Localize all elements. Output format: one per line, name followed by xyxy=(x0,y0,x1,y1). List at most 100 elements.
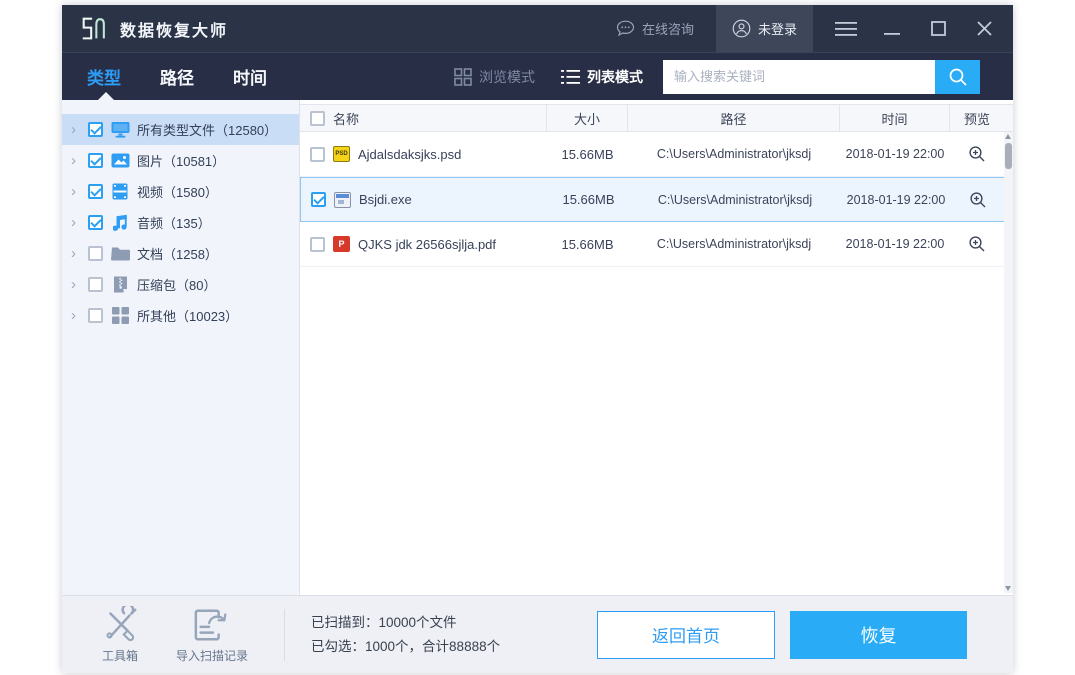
back-home-button[interactable]: 返回首页 xyxy=(597,611,775,659)
grid-view-icon xyxy=(454,68,472,86)
list-mode-label: 列表模式 xyxy=(587,67,643,87)
import-record-icon xyxy=(189,606,235,644)
login-button[interactable]: 未登录 xyxy=(716,5,813,52)
chevron-right-icon[interactable]: › xyxy=(71,184,85,199)
maximize-button[interactable] xyxy=(926,17,950,41)
header-preview: 预览 xyxy=(950,105,1004,131)
main-area: › 所有类型文件（12580） › 图片（10581） › xyxy=(62,100,1013,595)
chevron-right-icon[interactable]: › xyxy=(71,277,85,292)
app-window: 数据恢复大师 在线咨询 未登录 xyxy=(62,5,1013,673)
chevron-right-icon[interactable]: › xyxy=(71,122,85,137)
list-mode-button[interactable]: 列表模式 xyxy=(561,67,643,87)
header-name-label: 名称 xyxy=(333,109,359,128)
scanned-count-text: 已扫描到：10000个文件 xyxy=(311,611,500,635)
file-path: C:\Users\Administrator\jksdj xyxy=(628,147,840,161)
toolbox-button[interactable]: 工具箱 xyxy=(98,606,142,664)
checkbox[interactable] xyxy=(88,122,103,137)
browse-mode-label: 浏览模式 xyxy=(479,67,535,87)
import-scan-label: 导入扫描记录 xyxy=(176,647,248,664)
checkbox[interactable] xyxy=(88,277,103,292)
scroll-down-arrow-icon[interactable] xyxy=(1005,586,1011,591)
footer-divider xyxy=(284,609,285,661)
maximize-icon xyxy=(931,21,946,36)
vertical-scrollbar[interactable] xyxy=(1004,132,1013,593)
app-title: 数据恢复大师 xyxy=(120,17,228,41)
exe-file-icon xyxy=(334,192,351,208)
selected-count-text: 已勾选：1000个，合计88888个 xyxy=(311,635,500,659)
grid-icon xyxy=(110,307,130,325)
import-scan-button[interactable]: 导入扫描记录 xyxy=(176,606,248,664)
file-size: 15.66MB xyxy=(547,147,628,162)
zoom-in-icon[interactable] xyxy=(969,191,987,209)
row-checkbox[interactable] xyxy=(310,147,325,162)
login-status-label: 未登录 xyxy=(758,19,797,38)
online-service-button[interactable]: 在线咨询 xyxy=(616,19,694,38)
search-input[interactable] xyxy=(663,60,935,94)
file-path: C:\Users\Administrator\jksdj xyxy=(628,237,840,251)
chevron-right-icon[interactable]: › xyxy=(71,153,85,168)
zoom-in-icon[interactable] xyxy=(968,235,986,253)
sidebar-item-label: 图片（10581） xyxy=(137,151,225,170)
checkbox[interactable] xyxy=(88,153,103,168)
close-icon xyxy=(977,21,992,36)
music-icon xyxy=(110,214,130,232)
sidebar-item-videos[interactable]: › 视频（1580） xyxy=(62,176,299,207)
file-time: 2018-01-19 22:00 xyxy=(840,147,950,161)
search-box xyxy=(663,60,980,94)
file-name: QJKS jdk 26566sjlja.pdf xyxy=(358,237,496,252)
file-size: 15.66MB xyxy=(547,237,628,252)
recover-button[interactable]: 恢复 xyxy=(790,611,967,659)
tab-type[interactable]: 类型 xyxy=(87,64,121,89)
scrollbar-thumb[interactable] xyxy=(1005,143,1012,169)
minimize-button[interactable] xyxy=(880,17,904,41)
table-row[interactable]: Bsjdi.exe 15.66MB C:\Users\Administrator… xyxy=(300,177,1013,222)
search-button[interactable] xyxy=(935,60,980,94)
table-row[interactable]: P QJKS jdk 26566sjlja.pdf 15.66MB C:\Use… xyxy=(300,222,1013,267)
active-tab-caret xyxy=(98,92,114,100)
checkbox[interactable] xyxy=(88,184,103,199)
sidebar-item-documents[interactable]: › 文档（1258） xyxy=(62,238,299,269)
title-bar: 数据恢复大师 在线咨询 未登录 xyxy=(62,5,1013,52)
header-time: 时间 xyxy=(840,105,950,131)
row-checkbox[interactable] xyxy=(311,192,326,207)
image-icon xyxy=(110,152,130,170)
sidebar-item-label: 音频（135） xyxy=(137,213,211,232)
checkbox[interactable] xyxy=(88,246,103,261)
header-size: 大小 xyxy=(547,105,628,131)
close-button[interactable] xyxy=(972,17,996,41)
browse-mode-button[interactable]: 浏览模式 xyxy=(454,67,535,87)
sidebar-item-others[interactable]: › 所其他（10023） xyxy=(62,300,299,331)
pdf-file-icon: P xyxy=(333,236,350,252)
nav-bar: 类型 路径 时间 浏览模式 列表模式 xyxy=(62,52,1013,100)
zoom-in-icon[interactable] xyxy=(968,145,986,163)
hamburger-icon xyxy=(835,22,857,36)
psd-file-icon: PSD xyxy=(333,146,350,162)
checkbox[interactable] xyxy=(88,215,103,230)
sidebar-item-label: 所其他（10023） xyxy=(137,306,238,325)
menu-button[interactable] xyxy=(834,17,858,41)
list-view-icon xyxy=(561,69,580,85)
table-header: 名称 大小 路径 时间 预览 xyxy=(300,104,1013,132)
file-path: C:\Users\Administrator\jksdj xyxy=(629,193,841,207)
table-row[interactable]: PSD Ajdalsdaksjks.psd 15.66MB C:\Users\A… xyxy=(300,132,1013,177)
sidebar-item-label: 文档（1258） xyxy=(137,244,218,263)
toolbox-label: 工具箱 xyxy=(102,647,138,664)
sidebar-item-images[interactable]: › 图片（10581） xyxy=(62,145,299,176)
row-checkbox[interactable] xyxy=(310,237,325,252)
checkbox[interactable] xyxy=(88,308,103,323)
scroll-up-arrow-icon[interactable] xyxy=(1005,134,1011,139)
chevron-right-icon[interactable]: › xyxy=(71,308,85,323)
file-size: 15.66MB xyxy=(548,192,629,207)
sidebar-item-label: 所有类型文件（12580） xyxy=(137,120,277,139)
tab-time[interactable]: 时间 xyxy=(233,64,267,89)
toolbox-icon xyxy=(98,606,142,644)
user-icon xyxy=(732,19,751,38)
chevron-right-icon[interactable]: › xyxy=(71,246,85,261)
chat-bubble-icon xyxy=(616,20,635,37)
chevron-right-icon[interactable]: › xyxy=(71,215,85,230)
sidebar-item-all-files[interactable]: › 所有类型文件（12580） xyxy=(62,114,299,145)
sidebar-item-audio[interactable]: › 音频（135） xyxy=(62,207,299,238)
select-all-checkbox[interactable] xyxy=(310,111,325,126)
tab-path[interactable]: 路径 xyxy=(160,64,194,89)
sidebar-item-archives[interactable]: › 压缩包（80） xyxy=(62,269,299,300)
